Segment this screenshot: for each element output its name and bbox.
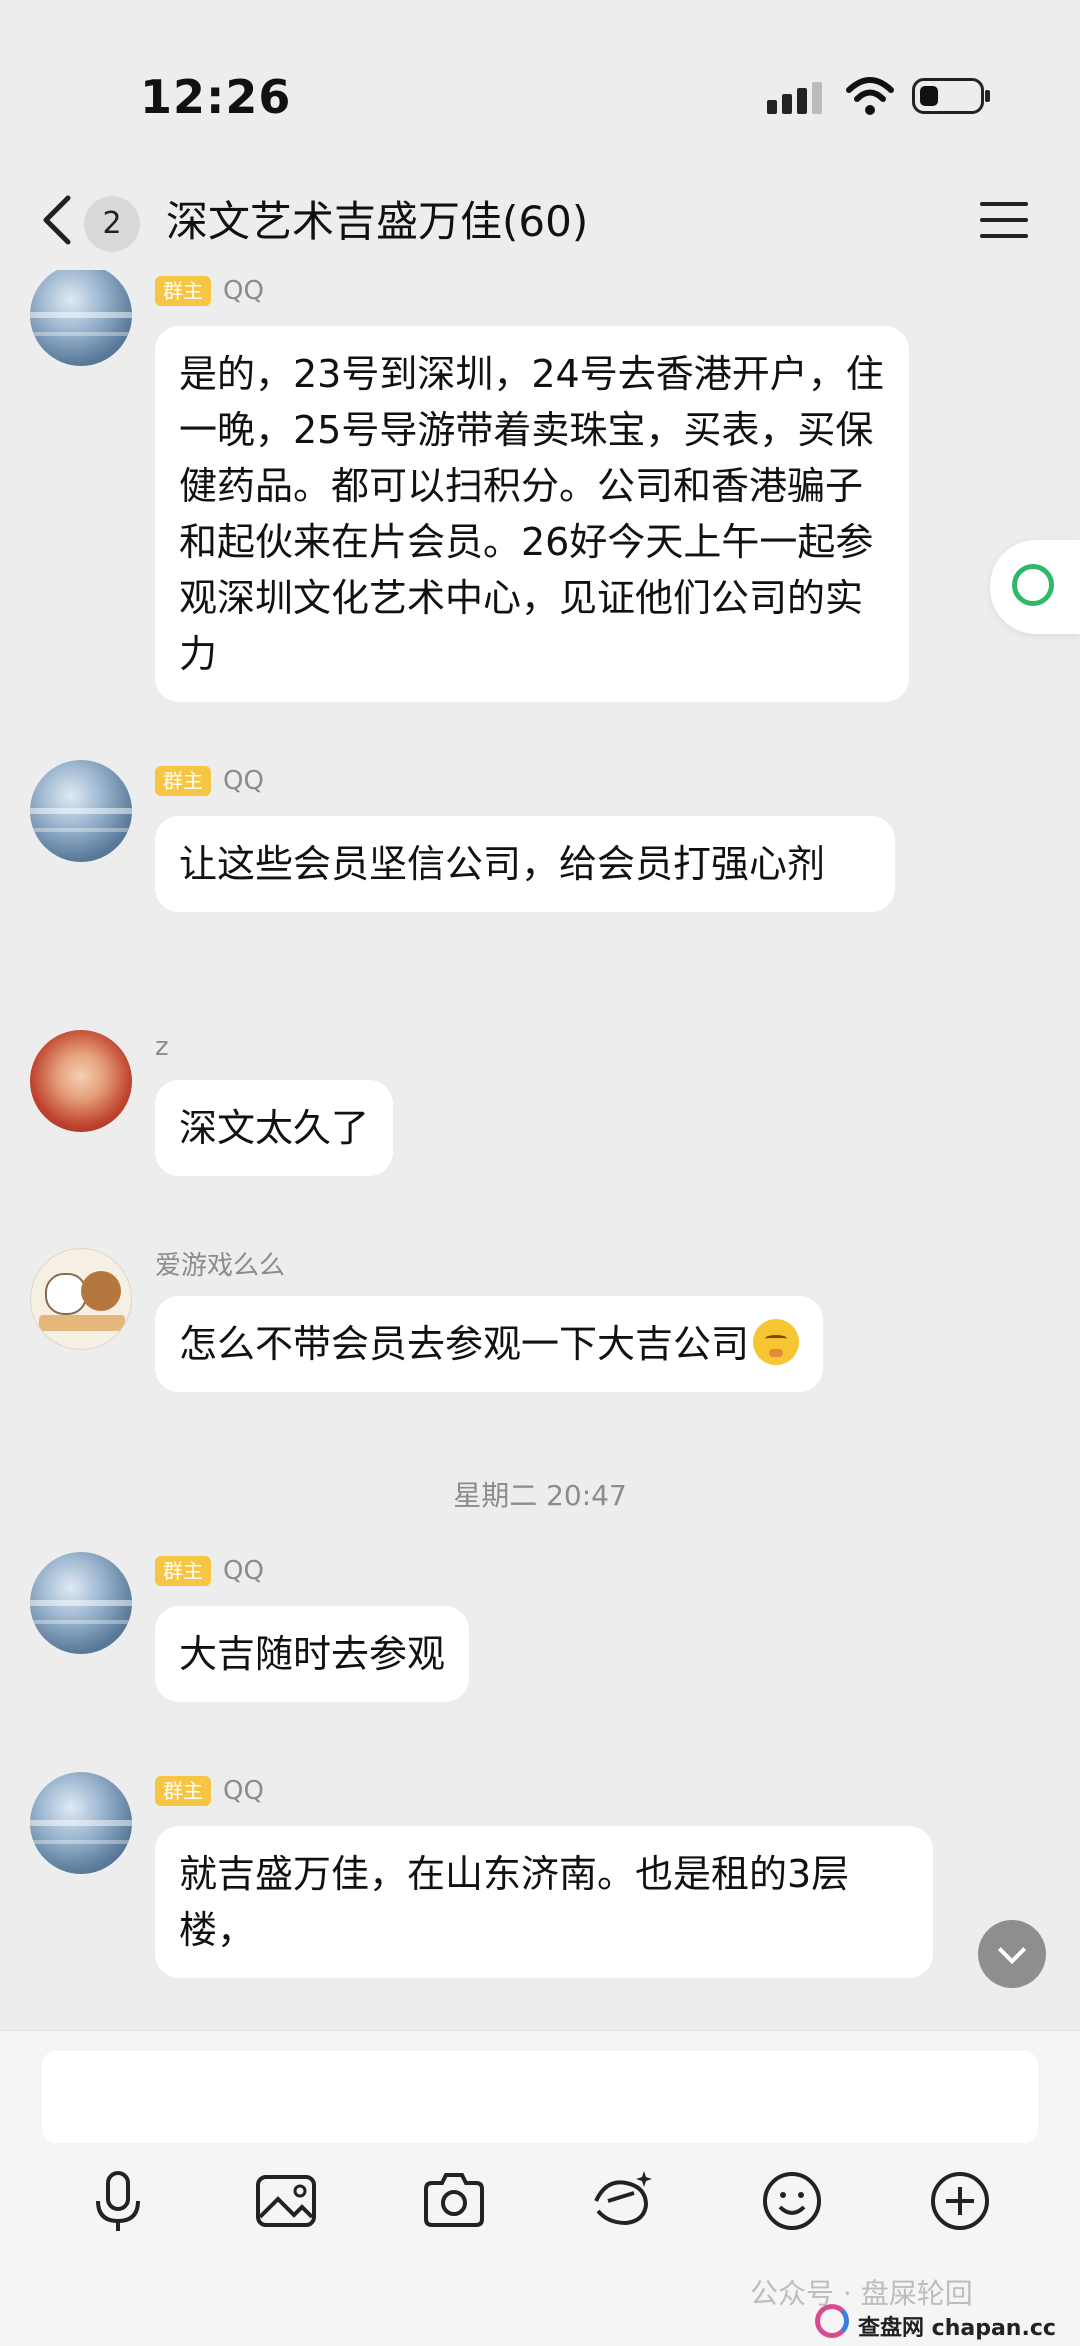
message-input[interactable] [42,2051,1038,2143]
emoji-icon[interactable] [752,2161,832,2241]
thinking-emoji-icon [753,1319,800,1365]
sender-line: 群主 QQ [155,764,264,798]
sender-name: QQ [223,1556,264,1586]
sender-name: z [155,1032,169,1062]
sender-name: QQ [223,766,264,796]
avatar[interactable] [30,1248,132,1350]
sender-line: 群主 QQ [155,274,264,308]
red-packet-icon[interactable] [582,2161,662,2241]
group-owner-badge: 群主 [155,276,211,306]
floating-side-button[interactable] [990,540,1080,634]
camera-icon[interactable] [414,2161,494,2241]
plus-icon[interactable] [920,2161,1000,2241]
message-bubble[interactable]: 深文太久了 [155,1080,394,1176]
sender-name: 爱游戏么么 [155,1250,286,1281]
sender-name: QQ [223,1776,264,1806]
cellular-signal-icon [767,82,822,114]
scroll-to-bottom-button[interactable] [978,1920,1046,1988]
group-owner-badge: 群主 [155,766,211,796]
chat-title[interactable]: 深文艺术吉盛万佳(60) [166,188,588,249]
input-toolbar [0,2161,1080,2261]
sender-line: 群主 QQ [155,1554,264,1588]
avatar[interactable] [30,1552,132,1654]
unread-count-badge[interactable]: 2 [84,196,140,252]
image-icon[interactable] [246,2161,326,2241]
message-text: 怎么不带会员去参观一下大吉公司 [179,1322,750,1366]
watermark-site: 查盘网 chapan.cc [858,2316,1056,2341]
message-list[interactable]: 群主 QQ 是的，23号到深圳，24号去香港开户，住一晚，25号导游带着卖珠宝，… [0,270,1080,2030]
microphone-icon[interactable] [78,2161,158,2241]
message-bubble[interactable]: 大吉随时去参观 [155,1606,470,1702]
message-bubble[interactable]: 怎么不带会员去参观一下大吉公司 [155,1296,824,1392]
message-timestamp: 星期二 20:47 [453,1479,627,1512]
status-bar: 12:26 [0,0,1080,170]
group-owner-badge: 群主 [155,1776,211,1806]
menu-icon[interactable] [980,196,1032,244]
green-swirl-icon [1012,564,1054,606]
sender-line: 爱游戏么么 [155,1246,286,1281]
chapan-logo-icon [815,2304,849,2338]
sender-line: 群主 QQ [155,1774,264,1808]
wifi-icon [846,77,894,115]
sender-name: QQ [223,276,264,306]
back-arrow-icon[interactable] [38,192,78,248]
avatar[interactable] [30,270,132,366]
avatar[interactable] [30,1030,132,1132]
message-bubble[interactable]: 就吉盛万佳，在山东济南。也是租的3层楼， [155,1826,933,1978]
group-owner-badge: 群主 [155,1556,211,1586]
message-bubble[interactable]: 是的，23号到深圳，24号去香港开户，住一晚，25号导游带着卖珠宝，买表，买保健… [155,326,909,702]
message-bubble[interactable]: 让这些会员坚信公司，给会员打强心剂 [155,816,895,912]
avatar[interactable] [30,760,132,862]
status-time: 12:26 [140,70,292,124]
watermark-text: 公众号 · 盘屎轮回 [750,2277,973,2310]
chat-header: 2 深文艺术吉盛万佳(60) [0,170,1080,270]
sender-line: z [155,1030,169,1064]
avatar[interactable] [30,1772,132,1874]
battery-icon [912,78,990,114]
